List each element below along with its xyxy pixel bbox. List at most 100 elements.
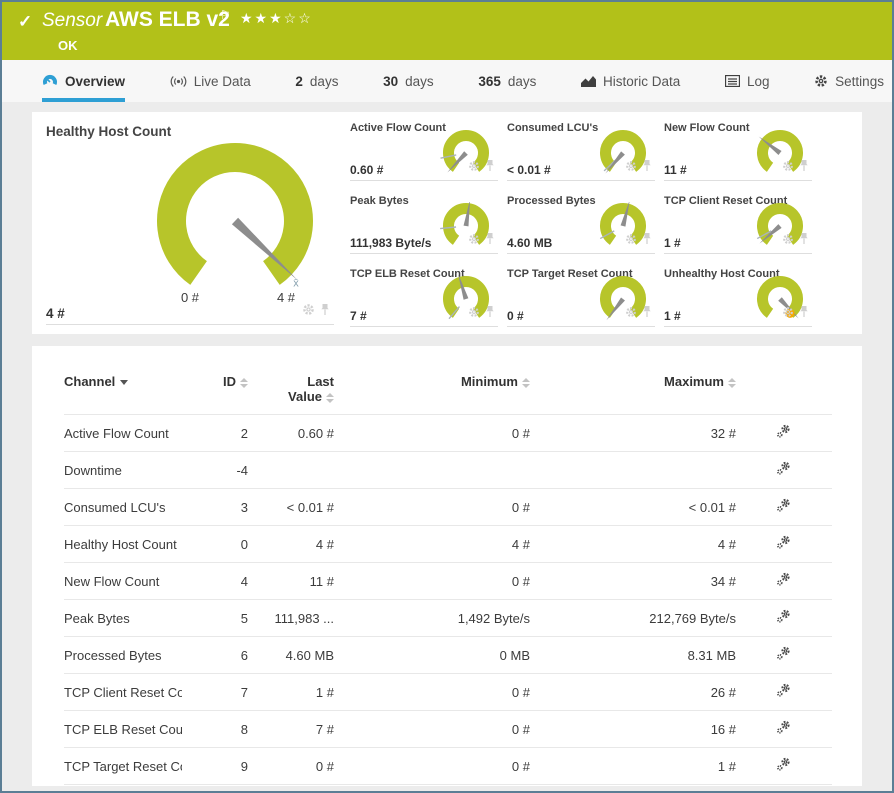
gauge-tcp-target-reset-count[interactable]: TCP Target Reset Count0 # — [507, 266, 664, 339]
column-header-minimum[interactable]: Minimum — [334, 374, 530, 415]
star-rating[interactable]: ★★★☆☆ — [240, 10, 313, 27]
channel-settings-gears-icon[interactable] — [776, 683, 792, 698]
gauge-pin-icon[interactable] — [642, 159, 652, 177]
divider — [664, 253, 812, 254]
divider — [507, 180, 655, 181]
status-ok-check-icon: ✓ — [18, 12, 32, 32]
gauge-settings-gear-icon[interactable] — [625, 305, 637, 323]
gauge-value: 0.60 # — [350, 163, 383, 177]
column-header-channel[interactable]: Channel — [64, 374, 182, 415]
gauge-title: Consumed LCU's — [507, 122, 598, 134]
gauge-settings-gear-icon[interactable] — [302, 303, 315, 321]
tab-log[interactable]: Log — [725, 60, 770, 102]
gauge-pin-icon[interactable] — [485, 232, 495, 250]
channel-settings-gears-icon[interactable] — [776, 757, 792, 772]
gauge-settings-gear-icon[interactable] — [782, 159, 794, 177]
cell-actions — [736, 748, 832, 785]
main-gauge-healthy-host-count[interactable]: Healthy Host Count x̄ 0 # 4 # 4 # — [32, 112, 362, 334]
channel-settings-gears-icon[interactable] — [776, 498, 792, 513]
gauge-pin-icon[interactable] — [485, 159, 495, 177]
gauge-pin-icon[interactable] — [799, 232, 809, 250]
cell-actions — [736, 637, 832, 674]
channel-settings-gears-icon[interactable] — [776, 646, 792, 661]
cell-maximum: 1 # — [530, 785, 736, 787]
channel-settings-gears-icon[interactable] — [776, 461, 792, 476]
channel-settings-gears-icon[interactable] — [776, 720, 792, 735]
column-header-id[interactable]: ID — [182, 374, 248, 415]
gauge-settings-gear-icon[interactable] — [625, 159, 637, 177]
gauge-new-flow-count[interactable]: New Flow Count11 # — [664, 120, 821, 193]
gauge-value: 7 # — [350, 309, 367, 323]
table-row: Unhealthy Host Count11 #1 #1 # — [64, 785, 832, 787]
gauge-icon — [42, 74, 58, 88]
gauge-actions — [782, 305, 809, 323]
tab-2-days[interactable]: 2days — [295, 60, 338, 102]
table-row: Consumed LCU's3< 0.01 #0 #< 0.01 # — [64, 489, 832, 526]
channel-settings-gears-icon[interactable] — [776, 424, 792, 439]
channel-settings-gears-icon[interactable] — [776, 535, 792, 550]
tab-30-days[interactable]: 30days — [383, 60, 434, 102]
sensor-kind-label: Sensor — [42, 10, 102, 32]
tab-live-data[interactable]: Live Data — [170, 60, 251, 102]
cell-minimum: 4 # — [334, 526, 530, 563]
gauge-settings-gear-icon[interactable] — [468, 232, 480, 250]
cell-channel: Downtime — [64, 452, 182, 489]
gauge-pin-icon[interactable] — [320, 303, 330, 321]
channel-settings-gears-icon[interactable] — [776, 572, 792, 587]
gauge-active-flow-count[interactable]: Active Flow Count0.60 # — [350, 120, 507, 193]
gauge-settings-gear-icon[interactable] — [782, 232, 794, 250]
gauge-settings-gear-icon[interactable] — [468, 159, 480, 177]
gauge-actions — [782, 159, 809, 177]
gauge-pin-icon[interactable] — [799, 305, 809, 323]
divider — [350, 180, 498, 181]
gauge-pin-icon[interactable] — [485, 305, 495, 323]
flag-icon[interactable]: ⚐ — [220, 8, 231, 22]
tab-overview[interactable]: Overview — [42, 60, 125, 102]
cell-actions — [736, 711, 832, 748]
table-header-row: Channel ID Last Value Minimum Maximum — [64, 374, 832, 415]
sort-arrows-icon — [728, 378, 736, 388]
gauges-panel: Healthy Host Count x̄ 0 # 4 # 4 # Active… — [32, 112, 862, 334]
gauge-actions — [782, 232, 809, 250]
gauge-settings-gear-icon[interactable] — [468, 305, 480, 323]
main-gauge-value: 4 # — [46, 306, 65, 321]
cell-maximum: 26 # — [530, 674, 736, 711]
cell-id: 1 — [182, 785, 248, 787]
gauge-settings-gear-icon[interactable] — [625, 232, 637, 250]
table-row: Peak Bytes5111,983 ...1,492 Byte/s212,76… — [64, 600, 832, 637]
tab-historic-data[interactable]: Historic Data — [581, 60, 680, 102]
cell-maximum: < 0.01 # — [530, 489, 736, 526]
cell-id: 9 — [182, 748, 248, 785]
tab-settings[interactable]: Settings — [814, 60, 884, 102]
sort-arrows-icon — [522, 378, 530, 388]
gauge-tcp-elb-reset-count[interactable]: TCP ELB Reset Count7 # — [350, 266, 507, 339]
column-header-maximum[interactable]: Maximum — [530, 374, 736, 415]
cell-minimum: 0 # — [334, 674, 530, 711]
tab-365-days[interactable]: 365days — [478, 60, 536, 102]
gauge-pin-icon[interactable] — [642, 305, 652, 323]
gauge-tcp-client-reset-count[interactable]: TCP Client Reset Count1 # — [664, 193, 821, 266]
gauge-processed-bytes[interactable]: Processed Bytes4.60 MB — [507, 193, 664, 266]
gauge-peak-bytes[interactable]: Peak Bytes111,983 Byte/s — [350, 193, 507, 266]
cell-last-value: < 0.01 # — [248, 489, 334, 526]
cell-last-value: 4 # — [248, 526, 334, 563]
gauge-pin-icon[interactable] — [642, 232, 652, 250]
cell-id: 5 — [182, 600, 248, 637]
cell-actions — [736, 415, 832, 452]
gauge-title: Processed Bytes — [507, 195, 596, 207]
cell-last-value: 11 # — [248, 563, 334, 600]
cell-actions — [736, 489, 832, 526]
channel-settings-gears-icon[interactable] — [776, 609, 792, 624]
gauge-settings-gear-icon[interactable] — [782, 305, 794, 323]
sort-caret-icon — [120, 380, 128, 385]
column-header-last-value[interactable]: Last Value — [248, 374, 334, 415]
gauge-value: 11 # — [664, 163, 687, 177]
table-row: Active Flow Count20.60 #0 #32 # — [64, 415, 832, 452]
gauge-pin-icon[interactable] — [799, 159, 809, 177]
gauge-consumed-lcu-s[interactable]: Consumed LCU's < 0.01 # — [507, 120, 664, 193]
gauge-unhealthy-host-count[interactable]: Unhealthy Host Count1 # — [664, 266, 821, 339]
cell-minimum — [334, 452, 530, 489]
cell-channel: Healthy Host Count — [64, 526, 182, 563]
gauge-value: < 0.01 # — [507, 163, 551, 177]
status-badge: OK — [58, 38, 78, 53]
